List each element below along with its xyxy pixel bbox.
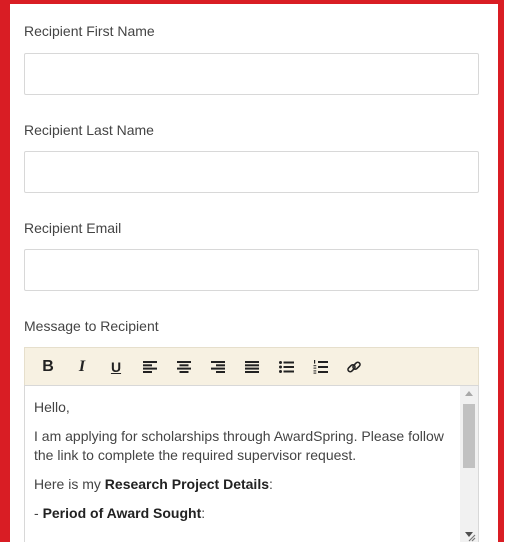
last-name-input[interactable] bbox=[24, 151, 479, 193]
email-input[interactable] bbox=[24, 249, 479, 291]
bullet-list-button[interactable] bbox=[269, 352, 303, 382]
first-name-input[interactable] bbox=[24, 53, 479, 95]
align-left-button[interactable] bbox=[133, 352, 167, 382]
numbered-list-button[interactable] bbox=[303, 352, 337, 382]
period-suffix: : bbox=[201, 505, 206, 521]
align-justify-button[interactable] bbox=[235, 352, 269, 382]
editor-toolbar: B I U bbox=[24, 347, 479, 385]
editor-content[interactable]: Hello, I am applying for scholarships th… bbox=[25, 386, 458, 533]
align-center-icon bbox=[177, 360, 191, 373]
align-right-icon bbox=[211, 360, 225, 373]
message-editor[interactable]: Hello, I am applying for scholarships th… bbox=[24, 385, 479, 542]
editor-greeting: Hello, bbox=[34, 399, 70, 415]
details-bold: Research Project Details bbox=[104, 476, 269, 492]
align-right-button[interactable] bbox=[201, 352, 235, 382]
details-suffix: : bbox=[269, 476, 273, 492]
details-prefix: Here is my bbox=[34, 476, 105, 492]
bold-icon: B bbox=[42, 357, 54, 375]
period-bold: Period of Award Sought bbox=[42, 505, 202, 521]
editor-scrollbar[interactable] bbox=[460, 386, 478, 542]
bold-button[interactable]: B bbox=[31, 352, 65, 382]
scroll-thumb[interactable] bbox=[463, 404, 475, 468]
link-icon bbox=[347, 360, 361, 373]
bullet-list-icon bbox=[278, 360, 294, 373]
last-name-label: Recipient Last Name bbox=[24, 122, 154, 138]
editor-intro: I am applying for scholarships through A… bbox=[34, 428, 444, 463]
underline-icon: U bbox=[110, 358, 122, 375]
align-left-icon bbox=[143, 360, 157, 373]
italic-icon: I bbox=[78, 357, 86, 375]
numbered-list-icon bbox=[313, 359, 328, 374]
editor-period-line: - Period of Award Sought: bbox=[34, 504, 450, 523]
period-prefix: - bbox=[34, 505, 43, 521]
first-name-label: Recipient First Name bbox=[24, 23, 155, 39]
message-label: Message to Recipient bbox=[24, 318, 159, 334]
scroll-up-arrow-icon[interactable] bbox=[465, 391, 473, 396]
underline-button[interactable]: U bbox=[99, 352, 133, 382]
italic-button[interactable]: I bbox=[65, 352, 99, 382]
resize-grip-icon[interactable] bbox=[466, 532, 476, 542]
link-button[interactable] bbox=[337, 352, 371, 382]
email-label: Recipient Email bbox=[24, 220, 122, 236]
editor-details-line: Here is my Research Project Details: bbox=[34, 475, 450, 494]
align-justify-icon bbox=[245, 360, 259, 373]
align-center-button[interactable] bbox=[167, 352, 201, 382]
